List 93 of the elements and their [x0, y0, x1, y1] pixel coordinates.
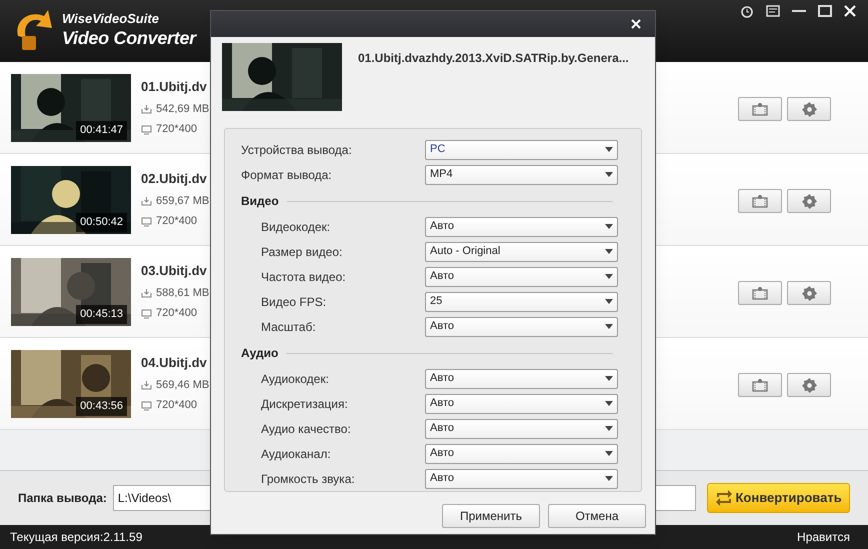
- settings-button[interactable]: [787, 189, 831, 213]
- settings-icon: [802, 378, 816, 392]
- dropdown-arrow-icon: [605, 476, 613, 481]
- dropdown-arrow-icon: [605, 299, 613, 304]
- file-size: 588,61 MB: [156, 286, 210, 301]
- dropdown-arrow-icon: [605, 224, 613, 229]
- resolution: 720*400: [156, 306, 197, 322]
- download-icon: [141, 104, 152, 114]
- monitor-icon: [141, 308, 152, 318]
- minimize-icon[interactable]: [792, 9, 806, 13]
- file-size: 542,69 MB: [156, 102, 210, 117]
- maximize-icon[interactable]: [818, 5, 832, 17]
- dropdown-arrow-icon: [605, 172, 613, 177]
- dropdown[interactable]: Авто: [425, 444, 618, 464]
- dropdown[interactable]: MP4: [425, 164, 618, 184]
- download-icon: [141, 196, 152, 206]
- monitor-icon: [141, 124, 152, 134]
- download-icon: [141, 380, 152, 390]
- field-label: Видео FPS:: [261, 294, 328, 310]
- convert-icon: [715, 490, 734, 506]
- file-name: 01.Ubitj.dvazhdy.2013.XviD.SATRip.by.Genera...: [358, 50, 629, 67]
- resolution: 720*400: [156, 214, 197, 230]
- edit-button[interactable]: [738, 97, 782, 121]
- field-label: Громкость звука:: [261, 470, 356, 488]
- settings-button[interactable]: [787, 373, 831, 397]
- film-icon: [752, 286, 768, 300]
- close-icon[interactable]: [631, 19, 641, 29]
- video-name: 01.Ubitj.dv: [141, 78, 208, 96]
- film-icon: [752, 102, 768, 116]
- film-icon: [752, 378, 768, 392]
- settings-icon: [802, 286, 816, 300]
- edit-button[interactable]: [738, 189, 782, 213]
- dropdown[interactable]: Авто: [425, 468, 618, 488]
- field-label: Размер видео:: [261, 244, 344, 260]
- field-label: Аудио качество:: [261, 420, 352, 438]
- dropdown-arrow-icon: [605, 426, 613, 431]
- dialog-button[interactable]: Применить: [442, 504, 540, 528]
- field-label: Масштаб:: [261, 318, 317, 336]
- dialog-button[interactable]: Отмена: [548, 504, 646, 528]
- dropdown[interactable]: Auto - Original: [425, 242, 618, 262]
- app-title: Video Converter: [62, 27, 196, 50]
- duration-label: 00:43:56: [76, 397, 127, 416]
- duration-label: 00:50:42: [76, 213, 127, 232]
- duration-label: 00:45:13: [76, 305, 127, 324]
- output-folder-label: Папка вывода:: [18, 490, 108, 507]
- video-name: 03.Ubitj.dv: [141, 262, 208, 280]
- dropdown[interactable]: Авто: [425, 418, 618, 438]
- duration-label: 00:41:47: [76, 121, 127, 140]
- edit-button[interactable]: [738, 373, 782, 397]
- dropdown[interactable]: Авто: [425, 266, 618, 286]
- settings-button[interactable]: [787, 281, 831, 305]
- version-text: Текущая версия:2.11.59: [10, 529, 142, 546]
- video-name: 02.Ubitj.dv: [141, 170, 208, 188]
- section-heading: Аудио: [241, 345, 278, 362]
- dropdown[interactable]: Авто: [425, 216, 618, 236]
- dropdown-arrow-icon: [605, 324, 613, 329]
- field-label: Аудиокодек:: [261, 370, 330, 388]
- field-label: Видеокодек:: [261, 218, 332, 236]
- settings-icon: [802, 102, 816, 116]
- monitor-icon: [141, 400, 152, 410]
- dropdown[interactable]: PC: [425, 140, 618, 160]
- video-name: 04.Ubitj.dv: [141, 354, 208, 372]
- dropdown-arrow-icon: [605, 376, 613, 381]
- dropdown-arrow-icon: [605, 249, 613, 254]
- dropdown[interactable]: Авто: [425, 368, 618, 388]
- field-label: Аудиоканал:: [261, 446, 332, 462]
- edit-button[interactable]: [738, 281, 782, 305]
- close-icon[interactable]: [844, 5, 856, 17]
- file-size: 659,67 MB: [156, 194, 210, 209]
- dropdown-arrow-icon: [605, 274, 613, 279]
- download-icon: [141, 288, 152, 298]
- field-label: Дискретизация:: [261, 396, 349, 412]
- film-icon: [752, 194, 768, 208]
- settings-icon: [802, 194, 816, 208]
- brand-name: WiseVideoSuite: [62, 12, 160, 26]
- field-label: Частота видео:: [261, 268, 347, 286]
- file-size: 569,46 MB: [156, 378, 210, 393]
- field-label: Формат вывода:: [241, 166, 333, 184]
- list-icon[interactable]: [766, 5, 780, 17]
- like-link[interactable]: Нравится: [797, 528, 850, 546]
- section-heading: Видео: [241, 193, 279, 210]
- monitor-icon: [141, 216, 152, 226]
- dropdown[interactable]: Авто: [425, 316, 618, 336]
- field-label: Устройства вывода:: [241, 142, 353, 158]
- dropdown-arrow-icon: [605, 401, 613, 406]
- dropdown[interactable]: 25: [425, 292, 618, 312]
- resolution: 720*400: [156, 122, 197, 138]
- dropdown-arrow-icon: [605, 451, 613, 456]
- convert-button[interactable]: Конвертировать: [707, 483, 850, 513]
- dropdown[interactable]: Авто: [425, 394, 618, 414]
- dropdown-arrow-icon: [605, 147, 613, 152]
- resolution: 720*400: [156, 398, 197, 414]
- settings-button[interactable]: [787, 97, 831, 121]
